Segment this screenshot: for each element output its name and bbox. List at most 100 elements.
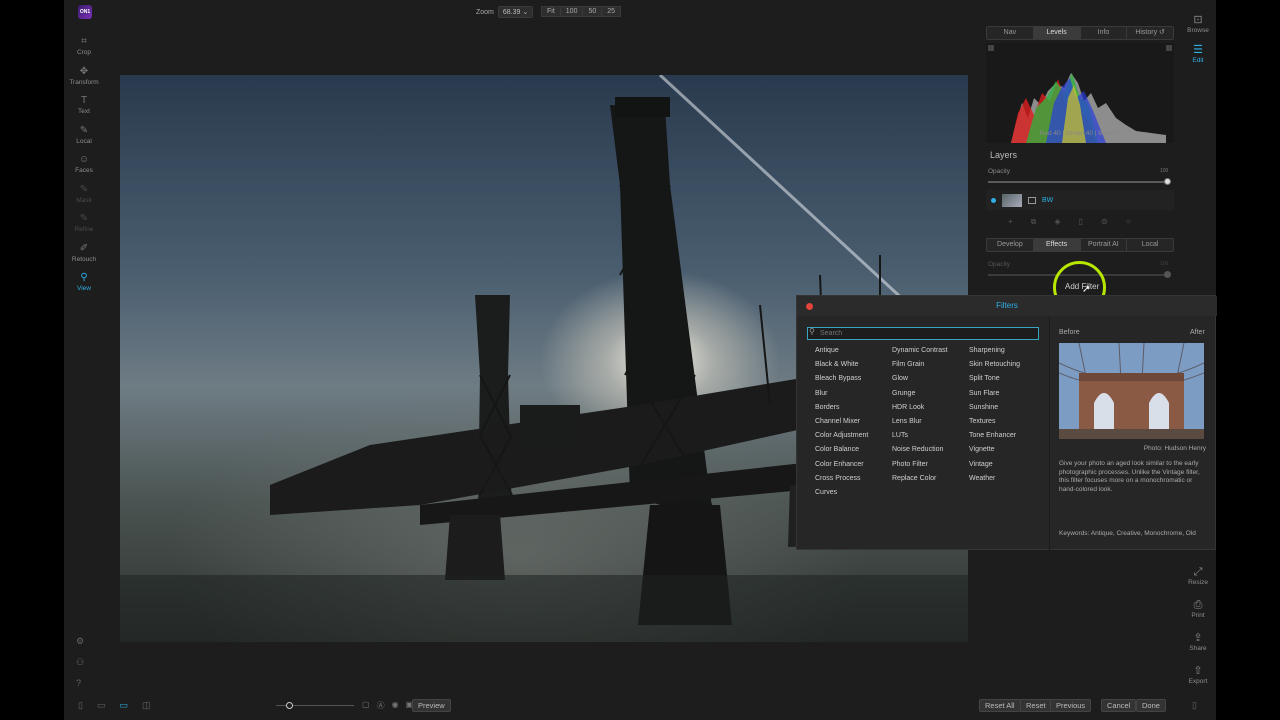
sliders-icon: ☰ — [1193, 44, 1203, 56]
zoom-input[interactable]: 68.39 ⌄ — [497, 6, 534, 18]
filter-item-skin-retouching[interactable]: Skin Retouching — [969, 360, 1044, 374]
single-view-icon[interactable]: ▭ — [119, 700, 128, 711]
cancel-button[interactable]: Cancel — [1101, 699, 1137, 712]
filter-item-borders[interactable]: Borders — [815, 403, 890, 417]
filter-item-black-white[interactable]: Black & White — [815, 360, 890, 374]
filter-item-film-grain[interactable]: Film Grain — [892, 360, 967, 374]
circle-icon[interactable]: ◉ — [392, 700, 399, 711]
filter-item-sharpening[interactable]: Sharpening — [969, 346, 1044, 360]
tool-transform[interactable]: ✥ Transform — [64, 66, 104, 96]
layer-row[interactable]: BW — [986, 190, 1174, 210]
dialog-divider — [1049, 316, 1050, 551]
brush-size-knob[interactable] — [286, 702, 293, 709]
delete-icon[interactable]: ▯ — [1079, 217, 1083, 227]
tab-history[interactable]: History ↺ — [1127, 27, 1173, 39]
add-layer-icon[interactable]: + — [1008, 217, 1013, 227]
filter-item-hdr-look[interactable]: HDR Look — [892, 403, 967, 417]
tool-faces[interactable]: ☺ Faces — [64, 154, 104, 184]
done-button[interactable]: Done — [1136, 699, 1166, 712]
tab-levels[interactable]: Levels — [1033, 27, 1081, 39]
layer-visibility-icon[interactable] — [991, 197, 996, 203]
module-browse[interactable]: ⊡ Browse — [1180, 14, 1216, 44]
filter-item-glow[interactable]: Glow — [892, 374, 967, 388]
zoom-50-button[interactable]: 50 — [583, 6, 603, 17]
module-label: Edit — [1192, 57, 1204, 64]
settings-icon[interactable]: ⚙ — [76, 636, 84, 647]
preview-button[interactable]: Preview — [412, 699, 451, 712]
tab-info[interactable]: Info — [1080, 27, 1128, 39]
previous-button[interactable]: Previous — [1050, 699, 1092, 712]
brush-size-slider[interactable] — [276, 702, 354, 709]
help-icon[interactable]: ? — [76, 678, 84, 688]
merge-icon[interactable]: ⊜ — [1101, 217, 1108, 227]
tool-mask[interactable]: ✎ Mask — [64, 184, 104, 214]
tab-develop[interactable]: Develop — [987, 239, 1034, 251]
app-logo: ON1 — [78, 5, 92, 19]
filter-item-channel-mixer[interactable]: Channel Mixer — [815, 417, 890, 431]
tool-crop[interactable]: ⌗ Crop — [64, 36, 104, 66]
filter-item-luts[interactable]: LUTs — [892, 431, 967, 445]
filter-item-color-adjustment[interactable]: Color Adjustment — [815, 431, 890, 445]
tool-refine[interactable]: ✎ Refine — [64, 213, 104, 243]
effects-opacity-knob[interactable] — [1164, 271, 1171, 278]
module-print[interactable]: ⎙ Print — [1180, 599, 1216, 632]
tab-effects[interactable]: Effects — [1033, 239, 1081, 251]
tool-local[interactable]: ✎ Local — [64, 125, 104, 155]
right-panel-toggle-icon[interactable]: ▯ — [1192, 700, 1197, 711]
opacity-slider-knob[interactable] — [1164, 178, 1171, 185]
filter-item-dynamic-contrast[interactable]: Dynamic Contrast — [892, 346, 967, 360]
module-share[interactable]: ⇪ Share — [1180, 632, 1216, 665]
square-icon[interactable]: ▢ — [362, 700, 370, 711]
filter-item-split-tone[interactable]: Split Tone — [969, 374, 1044, 388]
tool-label: Local — [76, 137, 92, 145]
filter-item-color-enhancer[interactable]: Color Enhancer — [815, 460, 890, 474]
filter-item-sunshine[interactable]: Sunshine — [969, 403, 1044, 417]
filter-item-blur[interactable]: Blur — [815, 389, 890, 403]
filter-item-replace-color[interactable]: Replace Color — [892, 474, 967, 488]
fit-button[interactable]: Fit — [541, 6, 561, 17]
fill-icon[interactable]: ◈ — [1054, 217, 1060, 227]
filter-item-antique[interactable]: Antique — [815, 346, 890, 360]
filter-item-bleach-bypass[interactable]: Bleach Bypass — [815, 374, 890, 388]
user-icon[interactable]: ⚇ — [76, 657, 84, 668]
filter-item-vignette[interactable]: Vignette — [969, 445, 1044, 459]
mask-icon[interactable] — [1028, 196, 1036, 204]
browse-icon: ⊡ — [1193, 14, 1203, 26]
close-icon[interactable] — [806, 303, 813, 310]
opacity-slider[interactable] — [988, 178, 1171, 185]
filter-item-vintage[interactable]: Vintage — [969, 460, 1044, 474]
options-icon[interactable]: ○ — [1126, 217, 1131, 227]
filter-item-weather[interactable]: Weather — [969, 474, 1044, 488]
tab-portrait-ai[interactable]: Portrait AI — [1080, 239, 1128, 251]
filter-item-tone-enhancer[interactable]: Tone Enhancer — [969, 431, 1044, 445]
tool-text[interactable]: T Text — [64, 95, 104, 125]
duplicate-icon[interactable]: ⧉ — [1031, 217, 1037, 227]
auto-icon[interactable]: Ⓐ — [377, 700, 385, 711]
filter-item-photo-filter[interactable]: Photo Filter — [892, 460, 967, 474]
filter-item-lens-blur[interactable]: Lens Blur — [892, 417, 967, 431]
filter-item-curves[interactable]: Curves — [815, 488, 890, 502]
photo-credit: Photo: Hudson Henry — [1143, 445, 1206, 452]
left-panel-toggle-icon[interactable]: ▯ — [78, 700, 83, 711]
reset-all-button[interactable]: Reset All — [979, 699, 1021, 712]
tool-view[interactable]: ⚲ View — [64, 272, 104, 302]
tool-retouch[interactable]: ✐ Retouch — [64, 243, 104, 273]
filter-search-input[interactable] — [807, 327, 1039, 340]
tab-nav[interactable]: Nav — [987, 27, 1034, 39]
filter-item-noise-reduction[interactable]: Noise Reduction — [892, 445, 967, 459]
reset-button[interactable]: Reset — [1020, 699, 1052, 712]
filmstrip-icon[interactable]: ▭ — [97, 700, 106, 711]
filter-item-cross-process[interactable]: Cross Process — [815, 474, 890, 488]
module-edit[interactable]: ☰ Edit — [1180, 44, 1216, 74]
filter-item-color-balance[interactable]: Color Balance — [815, 445, 890, 459]
filter-item-grunge[interactable]: Grunge — [892, 389, 967, 403]
filter-item-sun-flare[interactable]: Sun Flare — [969, 389, 1044, 403]
compare-view-icon[interactable]: ◫ — [142, 700, 151, 711]
tool-label: Text — [78, 108, 90, 115]
zoom-25-button[interactable]: 25 — [602, 6, 622, 17]
search-icon: ⚲ — [809, 327, 815, 336]
filter-item-textures[interactable]: Textures — [969, 417, 1044, 431]
zoom-100-button[interactable]: 100 — [560, 6, 584, 17]
tab-local[interactable]: Local — [1127, 239, 1173, 251]
module-resize[interactable]: ⤢ Resize — [1180, 566, 1216, 599]
